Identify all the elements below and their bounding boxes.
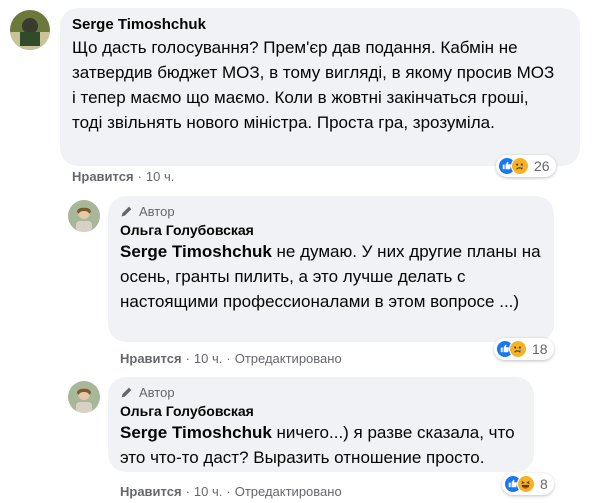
- mention-link[interactable]: Serge Timoshchuk: [120, 423, 272, 442]
- reply-bubble: Автор Ольга Голубовская Serge Timoshchuk…: [108, 196, 554, 342]
- author-badge-label: Автор: [139, 203, 175, 219]
- comment-reactions[interactable]: 26: [496, 155, 556, 177]
- reply-meta: Нравится · 10 ч. · Отредактировано: [120, 351, 342, 366]
- sad-icon: [511, 157, 529, 175]
- pencil-icon: [121, 206, 132, 216]
- edited-label[interactable]: Отредактировано: [235, 351, 342, 366]
- reaction-count: 26: [534, 158, 550, 174]
- timestamp[interactable]: 10 ч.: [146, 169, 174, 184]
- comment-author[interactable]: Serge Timoshchuk: [72, 16, 568, 33]
- reply-text: Serge Timoshchuk ничего...) я разве сказ…: [120, 420, 522, 470]
- comment-text: Що дасть голосування? Прем'єр дав поданн…: [72, 38, 555, 132]
- reply-text: Serge Timoshchuk не думаю. У них другие …: [120, 239, 542, 314]
- reply-meta: Нравится · 10 ч. · Отредактировано: [120, 484, 342, 499]
- mention-link[interactable]: Serge Timoshchuk: [120, 242, 272, 261]
- like-button[interactable]: Нравится: [120, 484, 182, 499]
- reply-author[interactable]: Ольга Голубовская: [120, 403, 522, 419]
- avatar-olga[interactable]: [68, 200, 100, 232]
- reaction-count: 18: [532, 341, 548, 357]
- reply-bubble: Автор Ольга Голубовская Serge Timoshchuk…: [108, 377, 534, 472]
- reply-author[interactable]: Ольга Голубовская: [120, 222, 542, 238]
- avatar-olga[interactable]: [68, 381, 100, 413]
- like-button[interactable]: Нравится: [120, 351, 182, 366]
- author-badge-label: Автор: [139, 384, 175, 400]
- laugh-icon: [517, 475, 535, 493]
- timestamp[interactable]: 10 ч.: [194, 484, 222, 499]
- comment-meta: Нравится · 10 ч.: [72, 169, 175, 184]
- pencil-icon: [121, 387, 132, 397]
- edited-label[interactable]: Отредактировано: [235, 484, 342, 499]
- timestamp[interactable]: 10 ч.: [194, 351, 222, 366]
- reply-reactions[interactable]: 18: [494, 338, 554, 360]
- avatar-serge[interactable]: [10, 10, 50, 50]
- reply-reactions[interactable]: 8: [502, 473, 554, 495]
- sad-icon: [509, 340, 527, 358]
- author-badge: Автор: [120, 202, 542, 220]
- comment-bubble: Serge Timoshchuk Що дасть голосування? П…: [60, 8, 580, 166]
- like-button[interactable]: Нравится: [72, 169, 134, 184]
- reaction-count: 8: [540, 476, 548, 492]
- author-badge: Автор: [120, 383, 522, 401]
